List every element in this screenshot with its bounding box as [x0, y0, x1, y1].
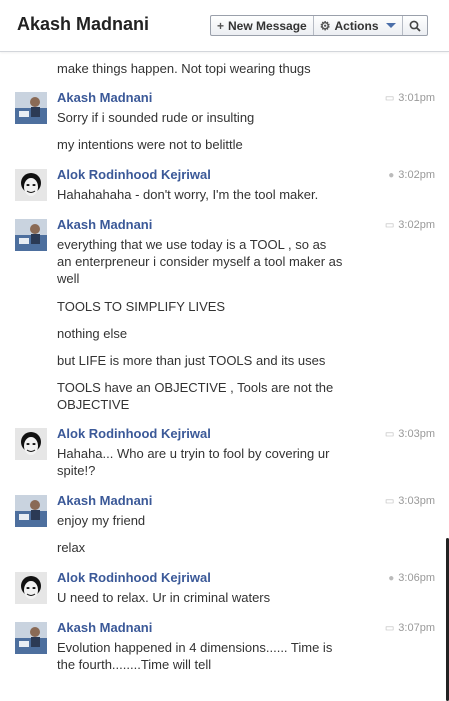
sender-name[interactable]: Akash Madnani	[57, 493, 152, 508]
avatar[interactable]	[15, 92, 47, 124]
partial-message-text: make things happen. Not topi wearing thu…	[57, 61, 311, 76]
message-text: an enterpreneur i consider myself a tool…	[57, 254, 343, 269]
message-thread: make things happen. Not topi wearing thu…	[0, 52, 449, 701]
message-text: well	[57, 271, 80, 286]
message-text: nothing else	[57, 326, 128, 341]
new-message-label: New Message	[228, 18, 307, 33]
message-text: spite!?	[57, 463, 96, 478]
message-timestamp: ▭ 3:02pm	[384, 219, 435, 231]
header-toolbar: + New Message ⚙ Actions	[210, 15, 428, 36]
avatar[interactable]	[15, 495, 47, 527]
message-text: Sorry if i sounded rude or insulting	[57, 110, 255, 125]
sender-name[interactable]: Alok Rodinhood Kejriwal	[57, 426, 211, 441]
message-text: the fourth........Time will tell	[57, 657, 212, 672]
message-text: enjoy my friend	[57, 513, 146, 528]
message-text: but LIFE is more than just TOOLS and its…	[57, 353, 326, 368]
plus-icon: +	[217, 18, 225, 33]
avatar[interactable]	[15, 572, 47, 604]
speech-bubble-icon: ▭	[384, 219, 395, 231]
message-text: TOOLS TO SIMPLIFY LIVES	[57, 299, 226, 314]
speech-bubble-icon: ▭	[384, 622, 395, 634]
search-icon	[409, 20, 421, 32]
message-text: relax	[57, 540, 86, 555]
message-timestamp: ▭ 3:01pm	[384, 92, 435, 104]
speech-bubble-icon: ▭	[384, 92, 395, 104]
message-text: my intentions were not to belittle	[57, 137, 243, 152]
avatar[interactable]	[15, 219, 47, 251]
message-text: Hahahahaha - don't worry, I'm the tool m…	[57, 187, 319, 202]
search-button[interactable]	[403, 16, 427, 35]
message-text: TOOLS have an OBJECTIVE , Tools are not …	[57, 380, 334, 395]
message-timestamp: ▭ 3:03pm	[384, 495, 435, 507]
speech-bubble-icon: ▭	[384, 428, 395, 440]
actions-button[interactable]: ⚙ Actions	[314, 16, 403, 35]
location-pin-icon: ●	[388, 169, 395, 181]
conversation-title: Akash Madnani	[17, 14, 150, 34]
location-pin-icon: ●	[388, 572, 395, 584]
new-message-button[interactable]: + New Message	[211, 16, 314, 35]
sender-name[interactable]: Alok Rodinhood Kejriwal	[57, 167, 211, 182]
message-timestamp: ● 3:02pm	[388, 169, 435, 181]
message-text: OBJECTIVE	[57, 397, 130, 412]
message-timestamp: ▭ 3:07pm	[384, 622, 435, 634]
message-text: Evolution happened in 4 dimensions......…	[57, 640, 333, 655]
message-text: U need to relax. Ur in criminal waters	[57, 590, 271, 605]
speech-bubble-icon: ▭	[384, 495, 395, 507]
sender-name[interactable]: Akash Madnani	[57, 217, 152, 232]
message-timestamp: ● 3:06pm	[388, 572, 435, 584]
avatar[interactable]	[15, 169, 47, 201]
gear-icon: ⚙	[319, 18, 331, 33]
chevron-down-icon	[385, 23, 396, 28]
sender-name[interactable]: Akash Madnani	[57, 90, 152, 105]
avatar[interactable]	[15, 428, 47, 460]
actions-label: Actions	[334, 18, 379, 33]
message-timestamp: ▭ 3:03pm	[384, 428, 435, 440]
conversation-header: Akash Madnani + New Message ⚙ Actions	[0, 0, 449, 52]
sender-name[interactable]: Akash Madnani	[57, 620, 152, 635]
message-text: everything that we use today is a TOOL ,…	[57, 237, 327, 252]
avatar[interactable]	[15, 622, 47, 654]
message-text: Hahaha... Who are u tryin to fool by cov…	[57, 446, 330, 461]
sender-name[interactable]: Alok Rodinhood Kejriwal	[57, 570, 211, 585]
